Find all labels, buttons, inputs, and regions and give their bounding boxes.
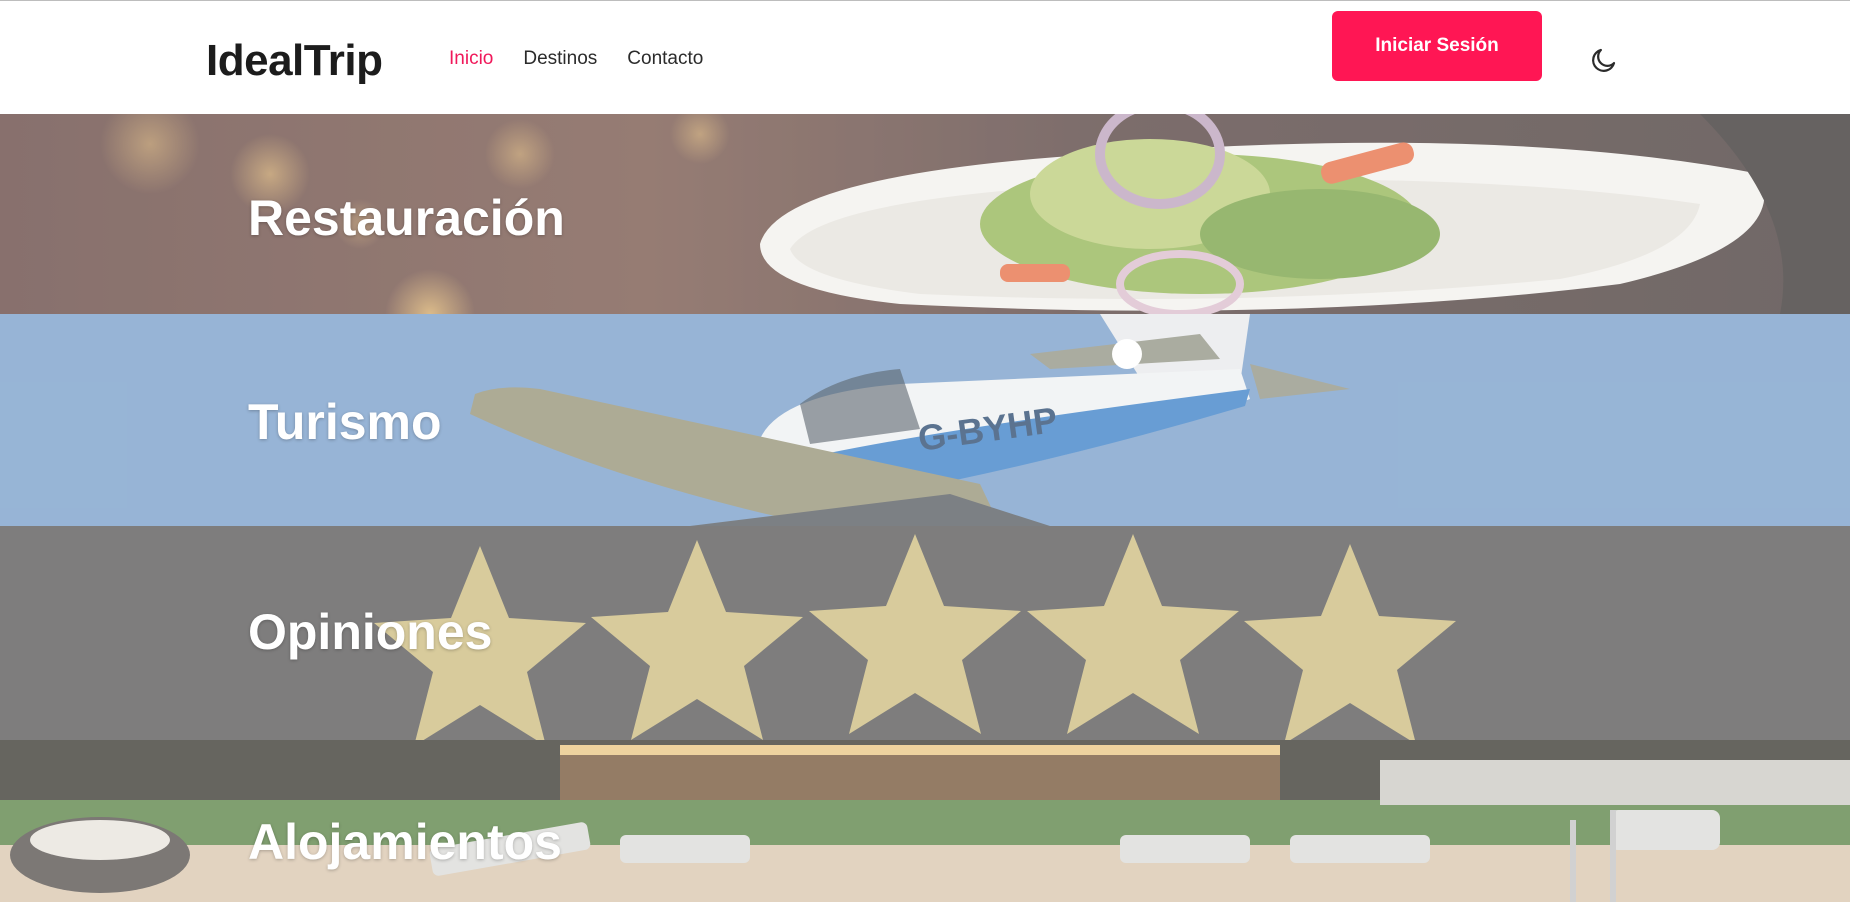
section-restauracion[interactable]: Restauración (0, 114, 1850, 314)
section-alojamientos[interactable]: Alojamientos (0, 740, 1850, 902)
nav-link-contacto[interactable]: Contacto (627, 45, 703, 73)
moon-icon[interactable] (1589, 45, 1619, 75)
section-title-alojamientos: Alojamientos (248, 814, 562, 870)
section-title-opiniones: Opiniones (248, 604, 493, 660)
brand-logo[interactable]: IdealTrip (206, 35, 383, 87)
login-button[interactable]: Iniciar Sesión (1332, 11, 1542, 81)
top-navbar: IdealTrip Inicio Destinos Contacto Inici… (0, 0, 1850, 114)
section-title-turismo: Turismo (248, 394, 442, 450)
section-turismo[interactable]: G-BYHP Turismo (0, 314, 1850, 526)
section-opiniones[interactable]: Opiniones (0, 526, 1850, 740)
main-nav: Inicio Destinos Contacto (449, 45, 703, 73)
nav-link-inicio[interactable]: Inicio (449, 45, 493, 73)
cursor-dot (1112, 339, 1142, 369)
section-title-restauracion: Restauración (248, 190, 565, 246)
nav-link-destinos[interactable]: Destinos (523, 45, 597, 73)
